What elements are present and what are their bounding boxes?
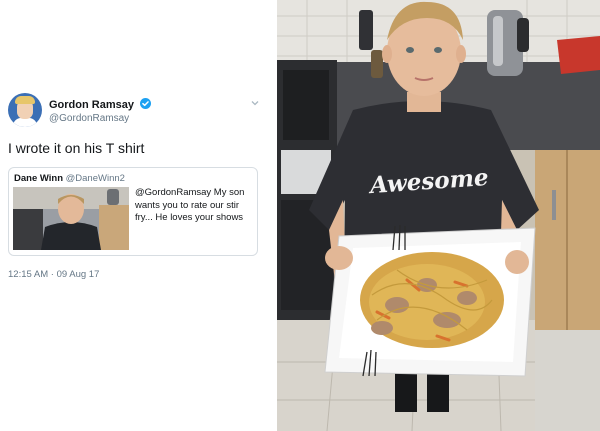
quoted-author-name: Dane Winn [14, 173, 63, 184]
avatar-hair [15, 96, 35, 104]
author-name[interactable]: Gordon Ramsay [49, 99, 134, 111]
verified-badge-icon [140, 98, 152, 109]
author-name-row[interactable]: Gordon Ramsay [49, 98, 152, 111]
avatar-shirt [13, 118, 37, 127]
timestamp[interactable]: 12:15 AM · 09 Aug 17 [8, 269, 99, 280]
tweet-card: Gordon Ramsay @GordonRamsay I wrote it o… [0, 0, 276, 431]
author-handle[interactable]: @GordonRamsay [49, 113, 129, 124]
tweet-text: I wrote it on his T shirt [8, 140, 145, 156]
avatar[interactable] [8, 93, 42, 127]
quoted-tweet[interactable]: Dane Winn @DaneWinn2 @GordonRamsay My so… [8, 167, 258, 256]
quoted-thumbnail[interactable] [13, 187, 129, 250]
tweet-photo[interactable] [277, 0, 600, 431]
chevron-down-icon[interactable] [250, 98, 260, 108]
quoted-tweet-text: @GordonRamsay My son wants you to rate o… [135, 187, 245, 223]
quoted-author-handle: @DaneWinn2 [65, 173, 125, 184]
quoted-author-row: Dane Winn @DaneWinn2 [14, 173, 125, 184]
